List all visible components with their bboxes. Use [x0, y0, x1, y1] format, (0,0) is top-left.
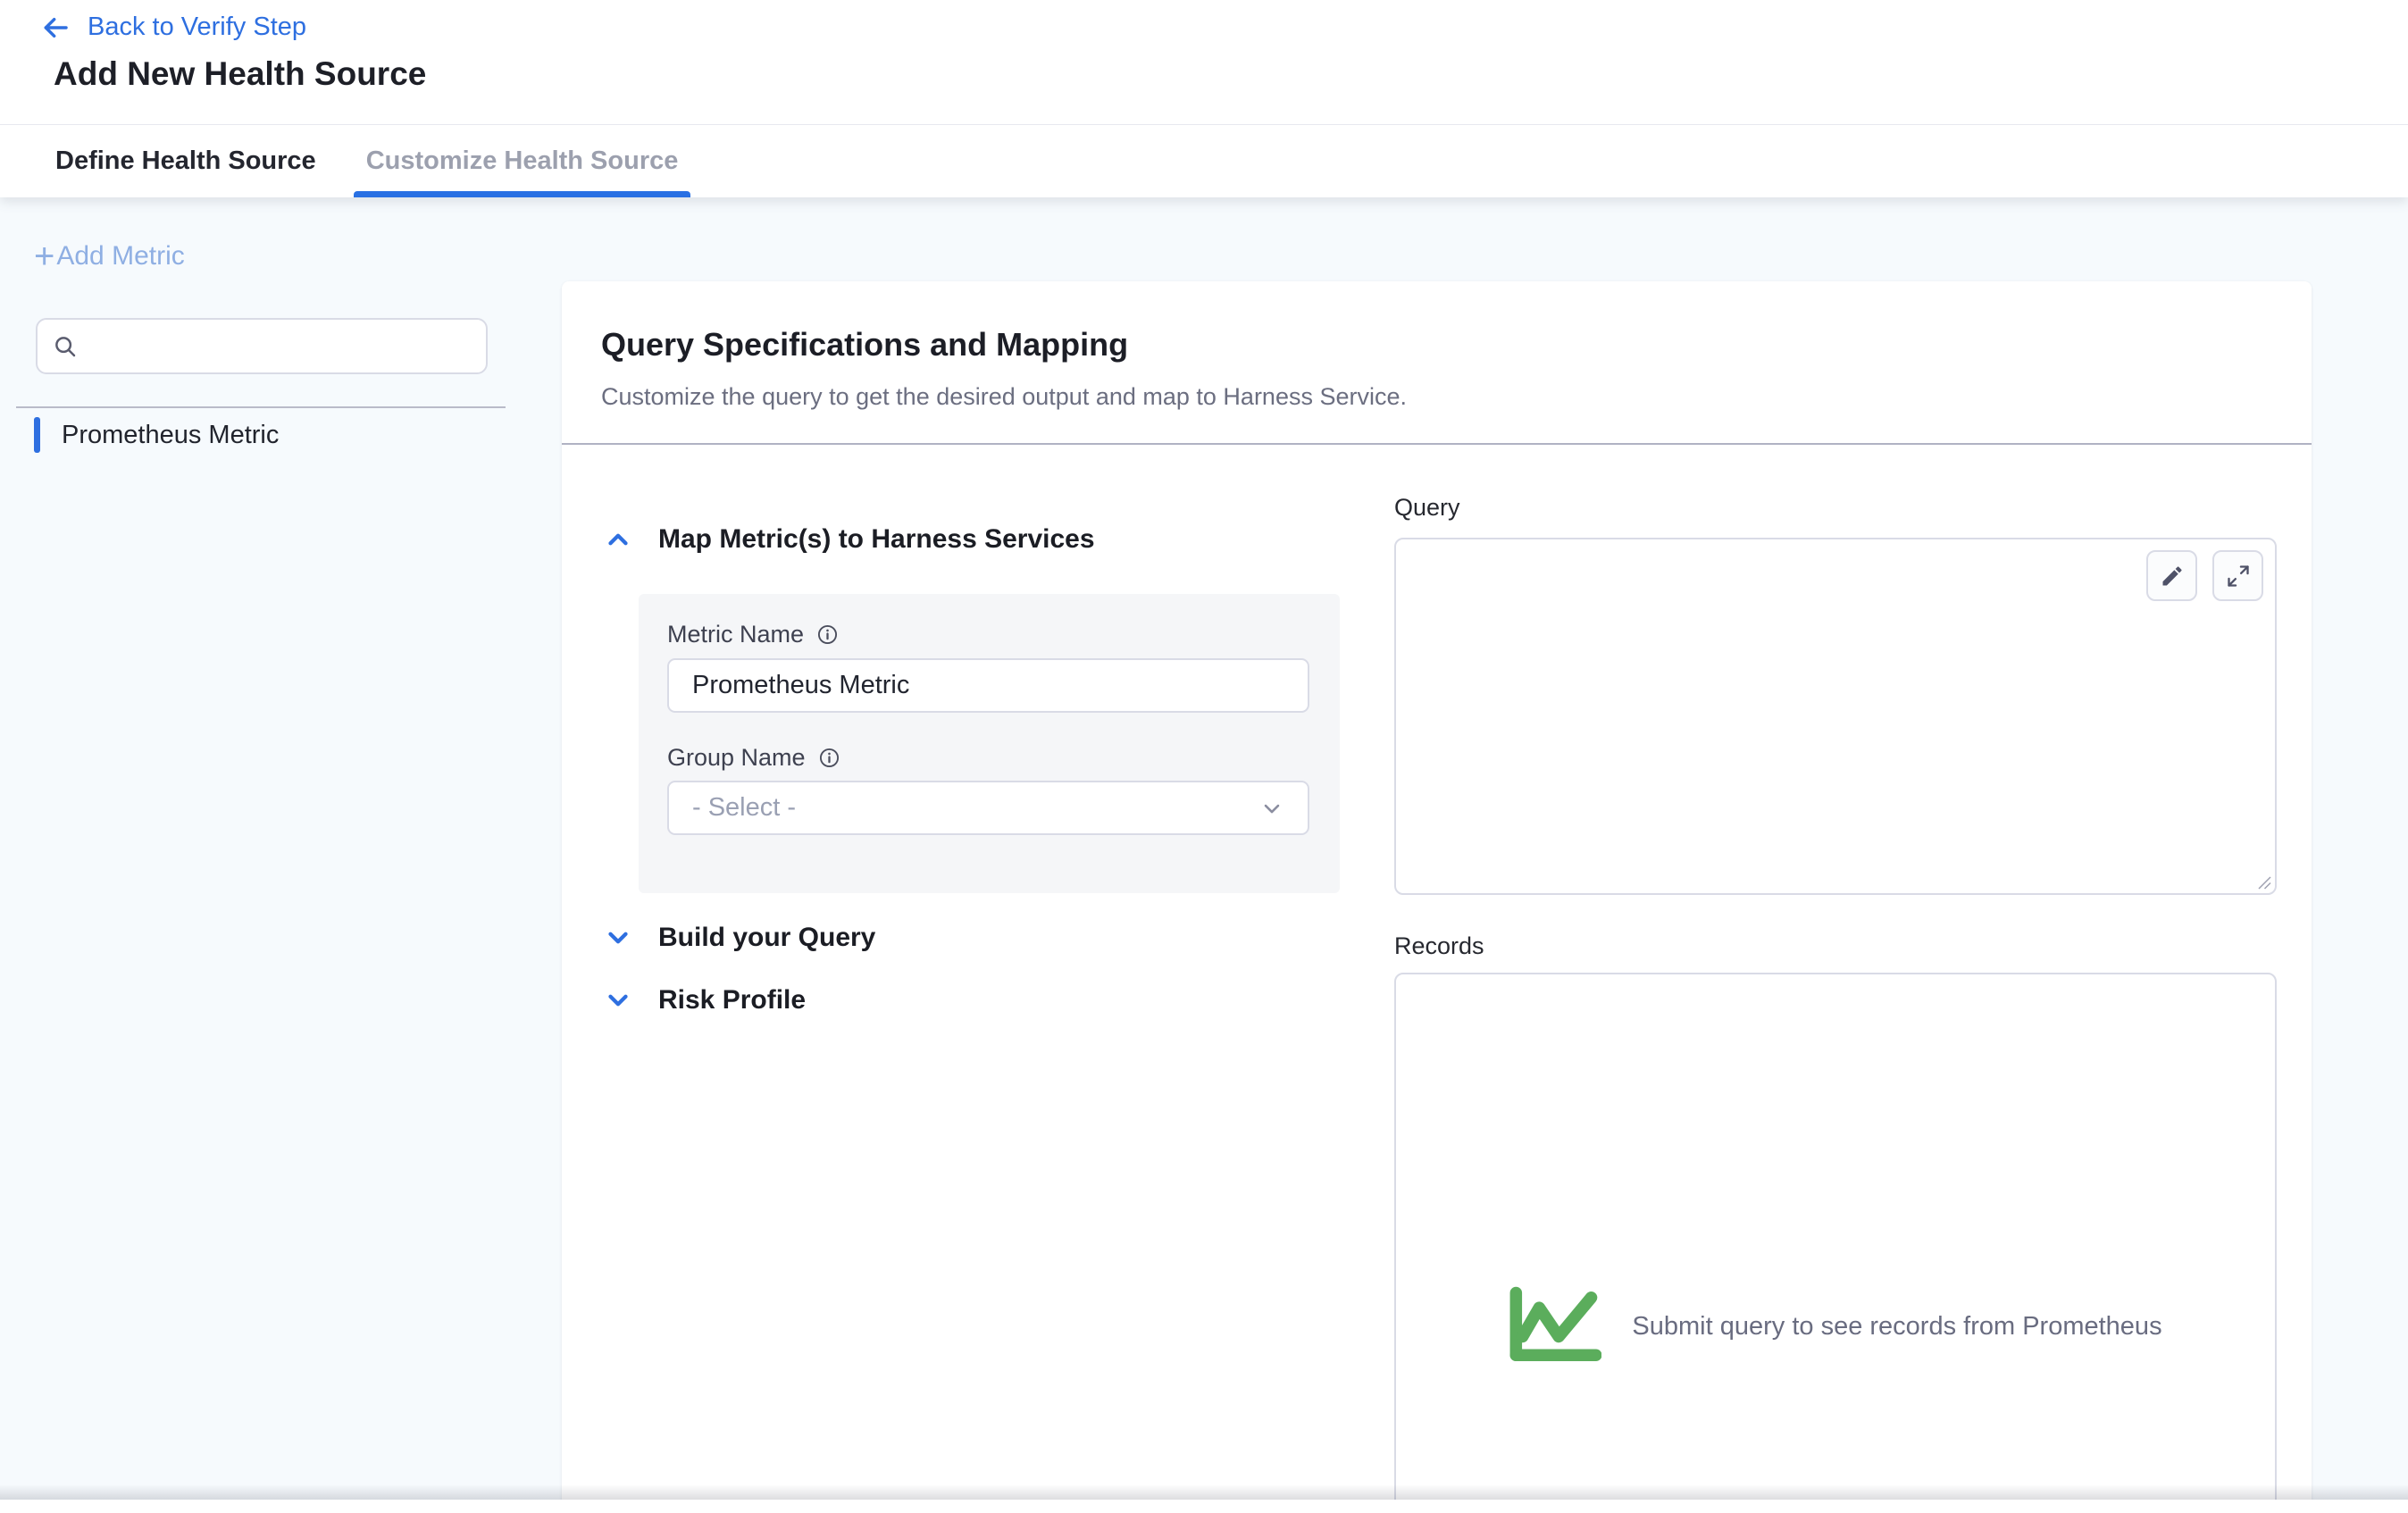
selected-indicator-bar	[34, 417, 40, 453]
section-map-metrics[interactable]: Map Metric(s) to Harness Services	[603, 524, 1095, 555]
metric-name-input[interactable]	[667, 658, 1309, 713]
section-build-your-query[interactable]: Build your Query	[603, 923, 875, 953]
section-label: Map Metric(s) to Harness Services	[658, 524, 1095, 555]
card-subheading: Customize the query to get the desired o…	[601, 383, 1407, 411]
records-label: Records	[1394, 932, 1484, 960]
metric-name-label-text: Metric Name	[667, 621, 804, 648]
metric-search-input[interactable]	[89, 331, 472, 362]
page-title: Add New Health Source	[54, 55, 426, 93]
resize-handle[interactable]	[2256, 874, 2272, 890]
sidebar-item-prometheus-metric[interactable]: Prometheus Metric	[34, 416, 279, 454]
group-name-label-text: Group Name	[667, 744, 806, 772]
query-label: Query	[1394, 494, 1460, 522]
group-name-select[interactable]: - Select -	[667, 781, 1309, 835]
sidebar-divider	[16, 406, 506, 408]
expand-query-button[interactable]	[2212, 550, 2263, 601]
maximize-icon	[2226, 564, 2251, 589]
chevron-down-icon	[603, 923, 633, 953]
tab-define-health-source[interactable]: Define Health Source	[43, 125, 329, 197]
back-link-label: Back to Verify Step	[88, 13, 306, 42]
group-name-label: Group Name	[667, 744, 840, 772]
pencil-icon	[2160, 564, 2185, 589]
tab-label: Define Health Source	[55, 146, 316, 176]
card-divider	[562, 443, 2312, 445]
footer-bar	[0, 1500, 2408, 1513]
chevron-up-icon	[603, 524, 633, 555]
plus-icon: +	[34, 243, 54, 270]
map-metric-form-panel: Metric Name Group Name - Select -	[639, 594, 1340, 893]
query-specifications-card: Query Specifications and Mapping Customi…	[562, 281, 2312, 1513]
records-panel: Submit query to see records from Prometh…	[1394, 973, 2277, 1513]
page-header: Back to Verify Step Add New Health Sourc…	[0, 0, 2408, 197]
active-tab-underline	[354, 191, 691, 197]
section-label: Build your Query	[658, 923, 875, 953]
query-editor	[1394, 538, 2277, 895]
tab-bar: Define Health Source Customize Health So…	[0, 124, 2408, 197]
records-empty-text: Submit query to see records from Prometh…	[1632, 1312, 2161, 1342]
select-placeholder: - Select -	[692, 793, 1259, 823]
section-risk-profile[interactable]: Risk Profile	[603, 985, 806, 1016]
info-icon[interactable]	[818, 747, 840, 769]
edit-query-button[interactable]	[2146, 550, 2197, 601]
chevron-down-icon	[1259, 796, 1284, 821]
add-metric-button[interactable]: + Add Metric	[34, 241, 185, 272]
add-metric-label: Add Metric	[56, 241, 184, 272]
tab-customize-health-source[interactable]: Customize Health Source	[354, 125, 691, 197]
metric-search-box[interactable]	[36, 318, 488, 374]
screen: Back to Verify Step Add New Health Sourc…	[0, 0, 2408, 1513]
chevron-down-icon	[603, 985, 633, 1016]
back-arrow-icon	[39, 13, 71, 42]
metric-name-label: Metric Name	[667, 621, 839, 648]
metric-item-label: Prometheus Metric	[62, 421, 279, 450]
query-textarea[interactable]	[1396, 539, 2275, 893]
line-chart-icon	[1509, 1286, 1601, 1367]
section-label: Risk Profile	[658, 985, 806, 1016]
tab-label: Customize Health Source	[366, 146, 679, 176]
back-link[interactable]: Back to Verify Step	[39, 13, 306, 42]
card-heading: Query Specifications and Mapping	[601, 326, 1128, 364]
search-icon	[52, 333, 79, 360]
info-icon[interactable]	[816, 623, 839, 646]
